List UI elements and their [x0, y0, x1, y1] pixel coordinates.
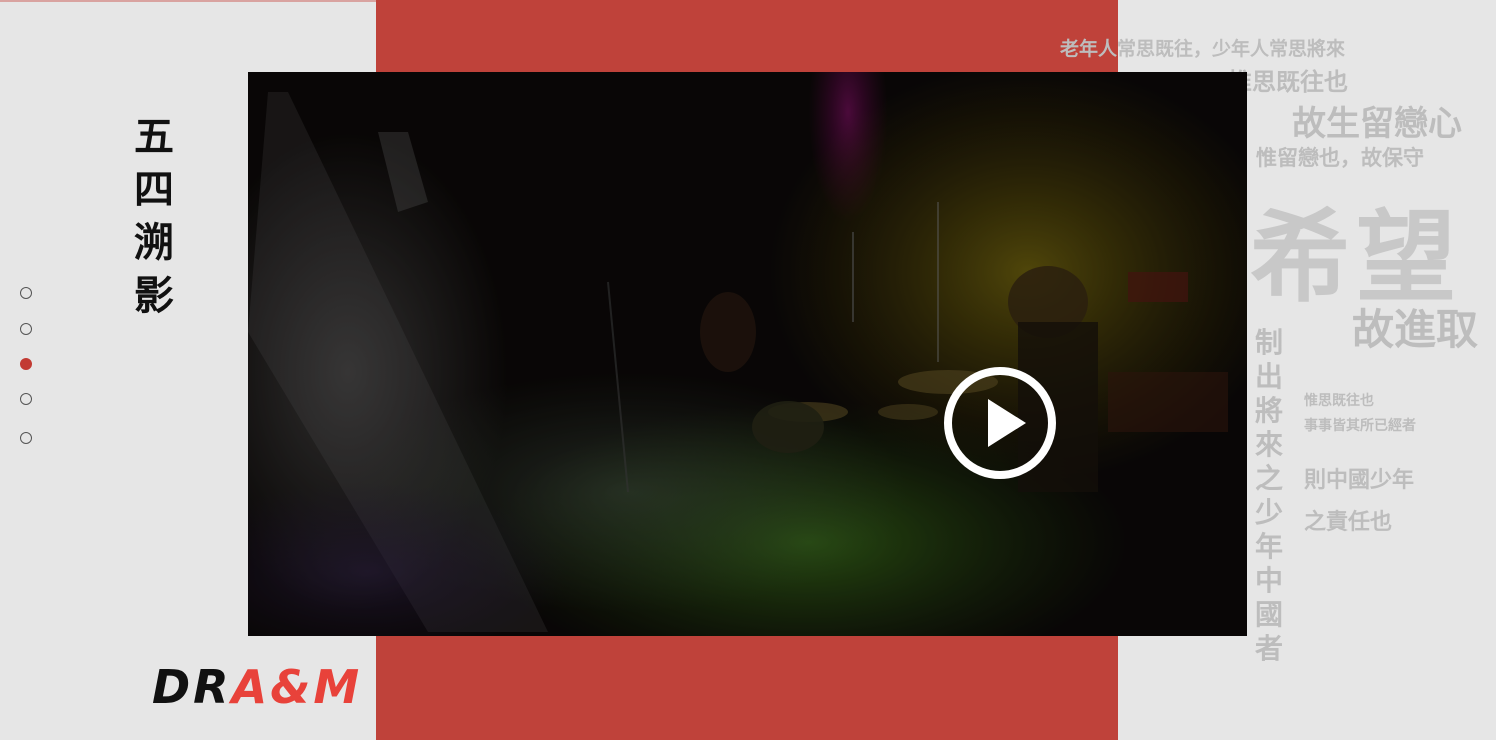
title-char: 溯 [134, 219, 174, 266]
decor-text-line4: 惟留戀也，故保守 [1256, 145, 1424, 170]
nav-dot-4[interactable] [20, 393, 32, 405]
decor-text-line9: 之責任也 [1304, 509, 1393, 535]
nav-dot-5[interactable] [20, 432, 32, 444]
decor-text-vertical: 制出將來之少年中國者 [1254, 326, 1283, 665]
title-char: 五 [134, 113, 174, 160]
decor-text-line3: 故生留戀心 [1292, 104, 1462, 144]
page: 老年人常思既往，少年人常思將來 惟思既往也 故生留戀心 惟留戀也，故保守 希望 … [0, 0, 1496, 740]
logo-part-red: A&M [231, 660, 363, 714]
nav-dot-2[interactable] [20, 323, 32, 335]
logo-part-dark: DR [152, 660, 232, 714]
page-title-vertical: 五 四 溯 影 [124, 110, 184, 322]
nav-dot-1[interactable] [20, 287, 32, 299]
brand-logo: DRA&M [152, 660, 362, 714]
decor-text-line6: 惟思既往也 [1304, 393, 1374, 409]
video-frame-concert [248, 72, 1247, 636]
decor-text-line1: 老年人常思既往，少年人常思將來 [1060, 38, 1346, 60]
title-char: 四 [134, 166, 174, 213]
decor-text-line8: 則中國少年 [1304, 467, 1415, 493]
decor-text-line7: 事事皆其所已經者 [1304, 418, 1416, 434]
nav-dot-3-active[interactable] [20, 358, 32, 370]
title-char: 影 [134, 272, 174, 319]
video-player[interactable] [248, 72, 1247, 636]
play-circle-icon [944, 367, 1056, 479]
decor-text-line5: 故進取 [1352, 305, 1479, 354]
play-button[interactable] [941, 364, 1059, 482]
